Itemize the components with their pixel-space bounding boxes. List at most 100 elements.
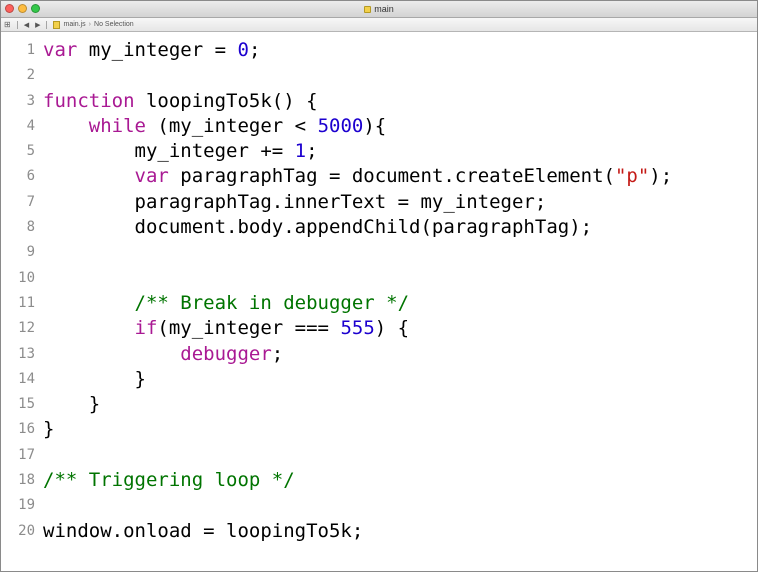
code-text[interactable]: document.body.appendChild(paragraphTag); (43, 215, 593, 240)
line-number: 12 (18, 320, 35, 337)
breadcrumb-file[interactable]: main.js (63, 21, 85, 28)
code-token: } (43, 393, 101, 416)
code-token: } (43, 418, 55, 441)
grid-icon[interactable]: ⊞ (4, 20, 11, 29)
line-number: 13 (18, 345, 35, 362)
number-token: 0 (237, 39, 249, 61)
jump-bar-divider (16, 20, 18, 29)
code-token: (my_integer === (157, 317, 341, 340)
forward-arrow-icon[interactable]: ▶ (35, 21, 40, 29)
js-file-icon (53, 20, 61, 29)
code-token: ; (271, 342, 284, 365)
code-token: (my_integer < (145, 114, 318, 137)
number-token: 555 (340, 317, 375, 340)
code-text[interactable]: } (43, 367, 146, 392)
line-number: 2 (26, 67, 35, 84)
keyword-token: function (43, 89, 135, 112)
number-token: 1 (294, 140, 307, 163)
code-text[interactable]: var paragraphTag = document.createElemen… (43, 164, 673, 189)
code-line[interactable]: 15 } (1, 392, 757, 417)
code-line[interactable]: 12 if(my_integer === 555) { (1, 316, 757, 341)
code-line[interactable]: 4 while (my_integer < 5000){ (1, 114, 757, 139)
title-bar: main (1, 1, 757, 18)
line-number: 3 (26, 92, 35, 109)
line-number: 4 (26, 117, 35, 134)
code-line[interactable]: 8 document.body.appendChild(paragraphTag… (1, 215, 757, 240)
window-title-text: main (374, 4, 394, 14)
line-number: 8 (26, 219, 35, 236)
line-number: 10 (18, 269, 35, 286)
code-line[interactable]: 2 (1, 63, 757, 88)
code-text[interactable]: var my_integer = 0; (43, 38, 260, 63)
code-token: ){ (363, 114, 387, 137)
code-token: document.body.appendChild(paragraphTag); (43, 216, 593, 239)
line-number: 15 (18, 396, 35, 413)
keyword-token: debugger (180, 342, 272, 365)
code-token: ; (306, 140, 318, 163)
code-text[interactable]: while (my_integer < 5000){ (43, 114, 386, 139)
code-line[interactable]: 18 /** Triggering loop */ (1, 468, 757, 493)
breadcrumb-selection[interactable]: No Selection (94, 21, 134, 28)
code-text[interactable]: function loopingTo5k() { (43, 89, 318, 114)
line-number: 11 (18, 294, 35, 311)
code-line[interactable]: 20 window.onload = loopingTo5k; (1, 519, 757, 544)
code-line[interactable]: 19 (1, 493, 757, 518)
code-text[interactable]: paragraphTag.innerText = my_integer; (43, 190, 547, 215)
code-line[interactable]: 10 (1, 266, 757, 291)
code-text[interactable]: /** Triggering loop */ (43, 468, 295, 493)
code-line[interactable]: 13 debugger; (1, 342, 757, 367)
line-number: 9 (26, 244, 35, 261)
code-line[interactable]: 1 var my_integer = 0; (1, 38, 757, 63)
document-icon (364, 6, 372, 13)
code-token: paragraphTag.innerText = my_integer; (43, 190, 547, 213)
code-token: my_integer = (77, 39, 238, 61)
breadcrumb: main.js › No Selection (53, 20, 134, 29)
code-text[interactable]: if(my_integer === 555) { (43, 316, 410, 341)
code-token: window.onload = loopingTo5k; (43, 519, 364, 542)
code-token: loopingTo5k() { (134, 89, 318, 112)
code-token: ) { (374, 317, 410, 340)
code-token: } (43, 367, 146, 390)
code-line[interactable]: 17 (1, 443, 757, 468)
code-line[interactable]: 14 } (1, 367, 757, 392)
jump-bar-divider (46, 20, 48, 29)
code-token: paragraphTag = document.createElement( (168, 165, 615, 188)
line-number: 7 (26, 193, 35, 210)
line-number: 19 (18, 497, 35, 514)
comment-token: /** Break in debugger */ (134, 291, 410, 314)
jump-bar: ⊞ ◀ ▶ main.js › No Selection (1, 18, 757, 32)
code-text[interactable]: } (43, 392, 100, 417)
code-line[interactable]: 9 (1, 240, 757, 265)
line-number: 16 (18, 421, 35, 438)
line-number: 1 (26, 42, 35, 58)
code-text[interactable]: my_integer += 1; (43, 139, 318, 164)
keyword-token: var (43, 39, 78, 61)
code-line[interactable]: 5 my_integer += 1; (1, 139, 757, 164)
code-line[interactable]: 11 /** Break in debugger */ (1, 291, 757, 316)
line-number: 20 (18, 522, 35, 539)
line-number: 18 (18, 472, 35, 489)
number-token: 5000 (317, 114, 364, 137)
code-line[interactable]: 6 var paragraphTag = document.createElem… (1, 164, 757, 189)
code-text[interactable]: } (43, 417, 54, 442)
code-text[interactable]: window.onload = loopingTo5k; (43, 519, 363, 544)
editor-window: main ⊞ ◀ ▶ main.js › No Selection 1 var m… (0, 0, 758, 572)
line-number: 6 (26, 168, 35, 185)
code-line[interactable]: 16} (1, 417, 757, 442)
keyword-token: var (134, 165, 169, 188)
line-number: 14 (18, 370, 35, 387)
code-text[interactable]: /** Break in debugger */ (43, 291, 410, 316)
code-line[interactable]: 3 function loopingTo5k() { (1, 89, 757, 114)
code-editor[interactable]: 1 var my_integer = 0; 2 3 function loopingTo… (1, 32, 757, 544)
back-arrow-icon[interactable]: ◀ (24, 21, 29, 29)
string-token: "p" (614, 165, 650, 188)
keyword-token: while (88, 114, 146, 137)
line-number: 5 (26, 143, 35, 160)
code-text[interactable]: debugger; (43, 342, 283, 367)
code-line[interactable]: 7 paragraphTag.innerText = my_integer; (1, 190, 757, 215)
